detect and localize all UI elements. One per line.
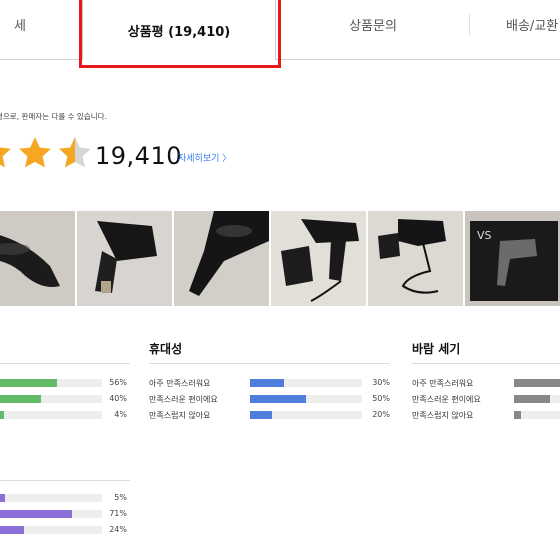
hair-dryer-photo-icon <box>0 211 75 306</box>
review-photo-strip: VS <box>0 211 560 306</box>
survey-bar-fill <box>250 379 284 387</box>
survey-percent: 30% <box>372 378 390 387</box>
section-divider <box>149 363 390 364</box>
survey-bar-fill <box>0 494 6 502</box>
see-more-label: 자세히보기 <box>178 154 220 164</box>
survey-bar-track <box>250 379 362 387</box>
survey-option-label: 만족스럽지 않아요 <box>412 411 474 420</box>
hair-dryer-photo-icon <box>174 211 269 306</box>
tab-label: 배송/교환 <box>506 18 559 34</box>
tab-product-detail[interactable]: 세 <box>0 0 80 48</box>
survey-percent: 24% <box>109 525 127 534</box>
section-divider <box>0 363 130 364</box>
survey-bar-fill <box>0 510 73 518</box>
tab-label: 세 <box>14 18 26 34</box>
product-tabs: 세 상품평 (19,410) 상품문의 배송/교환 <box>0 0 560 60</box>
star-full-icon <box>19 137 51 168</box>
survey-option-label: 아주 만족스러워요 <box>412 379 474 388</box>
tab-reviews[interactable]: 상품평 (19,410) <box>82 0 276 60</box>
survey-bar-fill <box>514 411 522 419</box>
survey-bar-track <box>0 510 102 518</box>
survey-bar-fill <box>0 379 58 387</box>
survey-bar-fill <box>514 379 560 387</box>
survey-bar-track <box>0 395 102 403</box>
survey-bar-track <box>0 411 102 419</box>
hair-dryer-photo-icon <box>368 211 463 306</box>
brand-logo: VS <box>477 229 492 242</box>
star-full-icon <box>0 147 11 168</box>
review-notice: 평으로, 판매자는 다를 수 있습니다. <box>0 112 107 121</box>
survey-bar-fill <box>250 395 306 403</box>
survey-bar-fill <box>250 411 273 419</box>
survey-option-label: 만족스러운 편이에요 <box>412 395 481 404</box>
review-photo[interactable] <box>368 211 463 306</box>
survey-percent: 71% <box>109 509 127 518</box>
survey-option-label: 만족스러운 편이에요 <box>149 395 218 404</box>
review-photo[interactable] <box>271 211 366 306</box>
survey-percent: 5% <box>114 493 127 502</box>
survey-percent: 20% <box>372 410 390 419</box>
survey-bar-track <box>514 411 560 419</box>
survey-bar-track <box>514 379 560 387</box>
survey-percent: 40% <box>109 394 127 403</box>
survey-option-label: 만족스럽지 않아요 <box>149 411 211 420</box>
survey-bar-track <box>514 395 560 403</box>
star-half-icon <box>59 137 91 168</box>
survey-bar-fill <box>0 395 41 403</box>
survey-bar-track <box>0 494 102 502</box>
survey-percent: 50% <box>372 394 390 403</box>
survey-bar-track <box>250 411 362 419</box>
survey-bar-track <box>0 526 102 534</box>
review-photo[interactable] <box>77 211 172 306</box>
section-divider <box>0 480 130 481</box>
survey-bar-track <box>250 395 362 403</box>
tab-shipping-exchange[interactable]: 배송/교환 <box>470 0 560 48</box>
chevron-right-icon: 〉 <box>219 154 232 164</box>
tab-product-inquiry[interactable]: 상품문의 <box>276 0 470 48</box>
section-divider <box>412 363 560 364</box>
survey-title-portability: 휴대성 <box>149 342 183 356</box>
star-rating <box>0 134 94 172</box>
survey-bar-track <box>0 379 102 387</box>
hair-dryer-photo-icon <box>271 211 366 306</box>
survey-bar-fill <box>514 395 550 403</box>
survey-bar-fill <box>0 526 25 534</box>
survey-title-wind-strength: 바람 세기 <box>412 342 461 356</box>
review-photo[interactable] <box>174 211 269 306</box>
tab-label: 상품평 (19,410) <box>127 24 231 40</box>
survey-bar-fill <box>0 411 5 419</box>
hair-dryer-photo-icon <box>77 211 172 306</box>
review-photo[interactable] <box>0 211 75 306</box>
see-more-link[interactable]: 자세히보기 〉 <box>178 151 231 164</box>
review-count: 19,410 <box>95 142 182 170</box>
survey-percent: 4% <box>114 410 127 419</box>
survey-percent: 56% <box>109 378 127 387</box>
survey-option-label: 아주 만족스러워요 <box>149 379 211 388</box>
hair-dryer-box-photo-icon: VS <box>465 211 560 306</box>
tab-label: 상품문의 <box>349 18 397 34</box>
review-photo[interactable]: VS <box>465 211 560 306</box>
